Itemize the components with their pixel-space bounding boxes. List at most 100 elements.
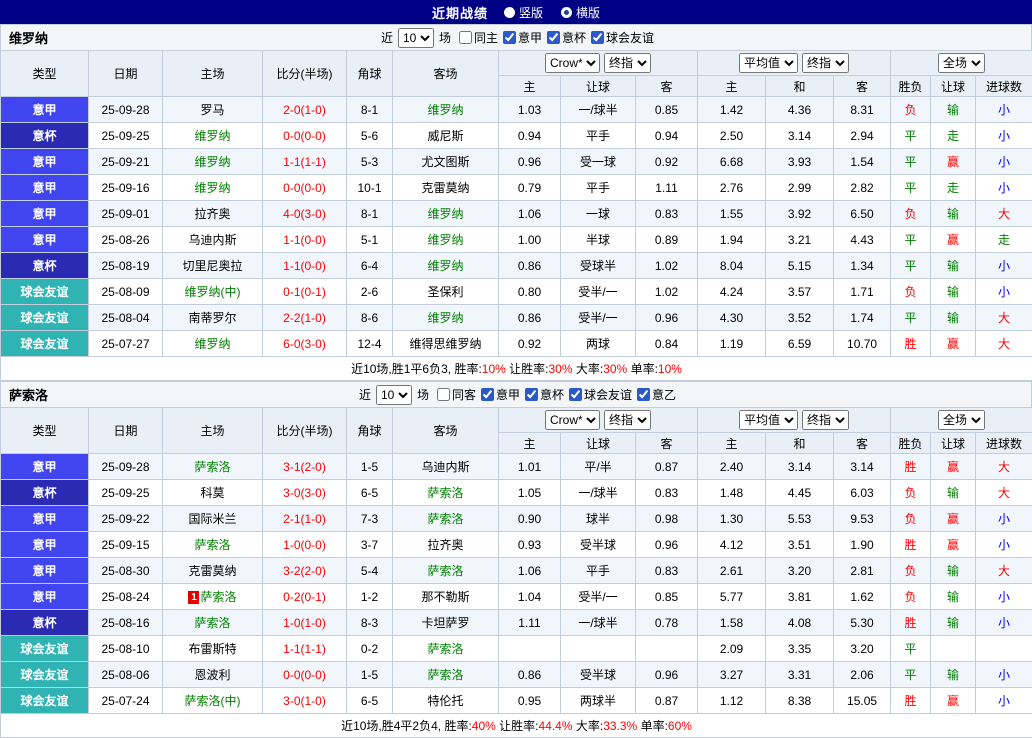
odds-home: 1.06 [499, 201, 561, 227]
match-row: 意杯25-09-25科莫3-0(3-0)6-5萨索洛1.05一/球半0.831.… [1, 480, 1032, 506]
match-row: 球会友谊25-07-27维罗纳6-0(3-0)12-4维得思维罗纳0.92两球0… [1, 331, 1032, 357]
league-type-badge: 球会友谊 [1, 636, 89, 662]
col-header-result-goals: 进球数 [976, 76, 1032, 97]
col-header-date: 日期 [89, 51, 163, 97]
match-row: 球会友谊25-08-04南蒂罗尔2-2(1-0)8-6维罗纳0.86受半/一0.… [1, 305, 1032, 331]
summary-part: 60% [668, 719, 692, 733]
result-outcome: 负 [891, 506, 931, 532]
result-goals: 小 [976, 532, 1032, 558]
match-date: 25-09-21 [89, 149, 163, 175]
radio-icon[interactable] [504, 7, 515, 18]
col-header-away: 客场 [393, 408, 499, 454]
recent-count-select[interactable]: 10 [376, 385, 412, 405]
away-team: 特伦托 [393, 688, 499, 714]
filter-checkbox-球会友谊[interactable]: 球会友谊 [591, 29, 654, 46]
col-header-avg-draw: 和 [766, 76, 834, 97]
scope-select[interactable]: 全场 [938, 53, 985, 73]
result-outcome: 胜 [891, 331, 931, 357]
odds-handicap: 受一球 [561, 149, 636, 175]
league-checkbox[interactable] [437, 388, 450, 401]
filter-checkbox-同主[interactable]: 同主 [459, 29, 498, 46]
league-checkbox[interactable] [525, 388, 538, 401]
filter-checkbox-意甲[interactable]: 意甲 [481, 386, 520, 403]
league-checkbox[interactable] [481, 388, 494, 401]
bookmaker-select[interactable]: Crow* [545, 53, 600, 73]
summary-part: 近10场,胜4平2负4, [341, 719, 444, 733]
odds-stage-select[interactable]: 终指 [604, 410, 651, 430]
col-header-odds-handicap: 让球 [561, 76, 636, 97]
result-outcome: 平 [891, 149, 931, 175]
league-checkbox[interactable] [459, 31, 472, 44]
corner-score: 10-1 [347, 175, 393, 201]
checkbox-label: 球会友谊 [584, 386, 632, 403]
result-goals: 大 [976, 305, 1032, 331]
away-team: 维罗纳 [393, 201, 499, 227]
corner-score: 6-5 [347, 688, 393, 714]
avg-home: 4.24 [698, 279, 766, 305]
result-outcome: 平 [891, 305, 931, 331]
league-checkbox[interactable] [591, 31, 604, 44]
match-row: 球会友谊25-08-09维罗纳(中)0-1(0-1)2-6圣保利0.80受半/一… [1, 279, 1032, 305]
filter-controls: 近10场同客意甲意杯球会友谊意乙 [356, 385, 676, 405]
match-score: 3-2(2-0) [263, 558, 347, 584]
view-radio-vertical[interactable]: 竖版 [504, 4, 543, 21]
summary-text: 近10场,胜4平2负4, 胜率:40% 让胜率:44.4% 大率:33.3% 单… [1, 714, 1032, 738]
match-date: 25-08-06 [89, 662, 163, 688]
radio-icon[interactable] [561, 7, 572, 18]
match-score: 3-0(3-0) [263, 480, 347, 506]
home-team: 萨索洛 [163, 454, 263, 480]
league-checkbox[interactable] [637, 388, 650, 401]
filter-checkbox-意杯[interactable]: 意杯 [525, 386, 564, 403]
corner-score: 0-2 [347, 636, 393, 662]
avg-stage-select[interactable]: 终指 [802, 410, 849, 430]
league-checkbox[interactable] [547, 31, 560, 44]
odds-stage-select[interactable]: 终指 [604, 53, 651, 73]
scope-select[interactable]: 全场 [938, 410, 985, 430]
filter-checkbox-意甲[interactable]: 意甲 [503, 29, 542, 46]
col-header-type: 类型 [1, 408, 89, 454]
filter-checkbox-球会友谊[interactable]: 球会友谊 [569, 386, 632, 403]
home-team-name: 国际米兰 [188, 512, 236, 526]
home-team-name: 罗马 [200, 103, 224, 117]
view-radio-horizontal[interactable]: 横版 [561, 4, 600, 21]
col-header-away: 客场 [393, 51, 499, 97]
filter-checkbox-同客[interactable]: 同客 [437, 386, 476, 403]
avg-draw: 6.59 [766, 331, 834, 357]
avg-stage-select[interactable]: 终指 [802, 53, 849, 73]
checkbox-label: 同主 [474, 29, 498, 46]
avg-select[interactable]: 平均值 [739, 410, 798, 430]
bookmaker-select[interactable]: Crow* [545, 410, 600, 430]
home-team: 科莫 [163, 480, 263, 506]
odds-away: 0.87 [636, 454, 698, 480]
avg-away: 3.20 [834, 636, 891, 662]
league-type-badge: 意甲 [1, 175, 89, 201]
home-team: 切里尼奥拉 [163, 253, 263, 279]
topbar: 近期战绩 竖版横版 [0, 0, 1032, 24]
league-checkbox[interactable] [503, 31, 516, 44]
radio-label-text: 横版 [576, 4, 600, 21]
match-row: 意杯25-08-16萨索洛1-0(1-0)8-3卡坦萨罗1.11一/球半0.78… [1, 610, 1032, 636]
odds-home: 0.86 [499, 662, 561, 688]
filter-checkbox-意杯[interactable]: 意杯 [547, 29, 586, 46]
filter-checkbox-意乙[interactable]: 意乙 [637, 386, 676, 403]
avg-select[interactable]: 平均值 [739, 53, 798, 73]
match-score: 0-1(0-1) [263, 279, 347, 305]
recent-count-select[interactable]: 10 [398, 28, 434, 48]
odds-handicap: 平手 [561, 123, 636, 149]
col-header-avg-home: 主 [698, 76, 766, 97]
col-header-odds-away: 客 [636, 433, 698, 454]
avg-draw: 3.92 [766, 201, 834, 227]
league-checkbox[interactable] [569, 388, 582, 401]
col-header-corner: 角球 [347, 408, 393, 454]
avg-draw: 4.08 [766, 610, 834, 636]
home-team: 乌迪内斯 [163, 227, 263, 253]
result-handicap: 走 [931, 123, 976, 149]
team-section-0: 维罗纳近10场同主意甲意杯球会友谊类型日期主场比分(半场)角球客场Crow*终指… [0, 24, 1032, 381]
odds-handicap: 一球 [561, 201, 636, 227]
home-team-name: 拉齐奥 [194, 207, 230, 221]
match-score: 0-2(0-1) [263, 584, 347, 610]
odds-away: 0.98 [636, 506, 698, 532]
odds-away: 0.92 [636, 149, 698, 175]
home-team: 罗马 [163, 97, 263, 123]
avg-away: 10.70 [834, 331, 891, 357]
